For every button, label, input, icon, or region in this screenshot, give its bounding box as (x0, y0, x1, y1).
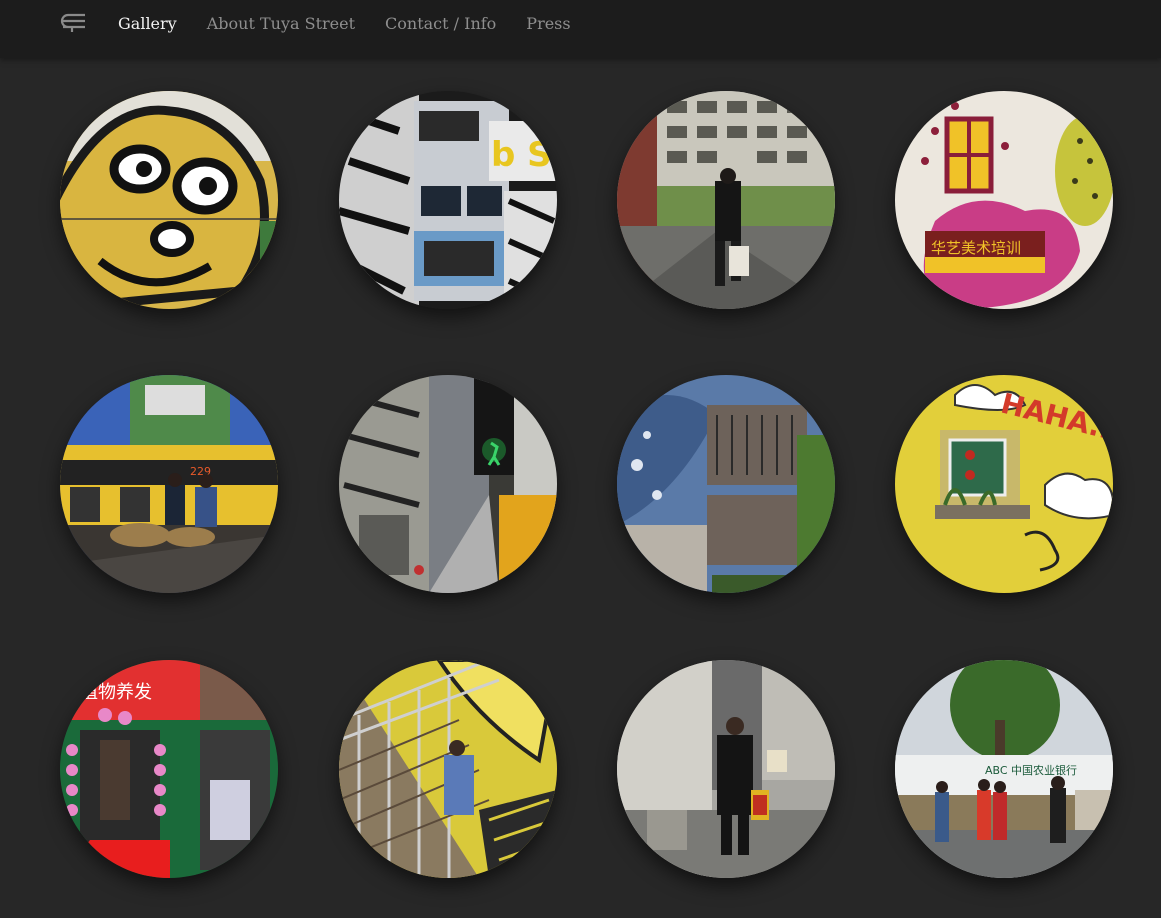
photo-yellow-stairway (339, 660, 557, 878)
gallery-thumb-12[interactable]: ABC 中国农业银行 (895, 660, 1113, 878)
nav-gallery[interactable]: Gallery (118, 13, 177, 35)
main-nav: Gallery About Tuya Street Contact / Info… (118, 13, 571, 35)
gallery-thumb-4[interactable]: 华艺美术培训 (895, 91, 1113, 309)
photo-man-walking-apartments (617, 91, 835, 309)
gallery-thumb-3[interactable] (617, 91, 835, 309)
site-logo-icon[interactable] (59, 12, 89, 34)
photo-pink-mural-shop-sign: 华艺美术培训 (895, 91, 1113, 309)
gallery-thumb-2[interactable]: b S (339, 91, 557, 309)
gallery-thumb-6[interactable] (339, 375, 557, 593)
gallery-thumb-1[interactable] (60, 91, 278, 309)
gallery-thumb-5[interactable]: 229 (60, 375, 278, 593)
photo-graffiti-apartment: b S (339, 91, 557, 309)
gallery-thumb-9[interactable]: 植物养发 (60, 660, 278, 878)
shop-sign-text-2: 植物养发 (80, 682, 152, 703)
photo-bank-street-people: ABC 中国农业银行 (895, 660, 1113, 878)
nav-about-tuya-street[interactable]: About Tuya Street (207, 13, 355, 35)
shop-sign-text: 华艺美术培训 (931, 239, 1021, 257)
gallery-thumb-8[interactable]: HAHA... (895, 375, 1113, 593)
photo-shop-balloons: 植物养发 (60, 660, 278, 878)
nav-press[interactable]: Press (526, 13, 570, 35)
top-navigation-bar: Gallery About Tuya Street Contact / Info… (0, 0, 1161, 58)
gallery-thumb-7[interactable] (617, 375, 835, 593)
nav-contact-info[interactable]: Contact / Info (385, 13, 496, 35)
photo-yellow-bus-market: 229 (60, 375, 278, 593)
gallery-thumb-10[interactable] (339, 660, 557, 878)
photo-man-suit-bag (617, 660, 835, 878)
bank-sign-text: ABC 中国农业银行 (985, 763, 1077, 777)
photo-pedestrian-signal-alley (339, 375, 557, 593)
photo-yellow-haha-mural: HAHA... (895, 375, 1113, 593)
photo-yellow-cartoon-face (60, 91, 278, 309)
gallery-thumb-11[interactable] (617, 660, 835, 878)
svg-text:b S: b S (491, 135, 552, 175)
photo-blue-fish-mural (617, 375, 835, 593)
